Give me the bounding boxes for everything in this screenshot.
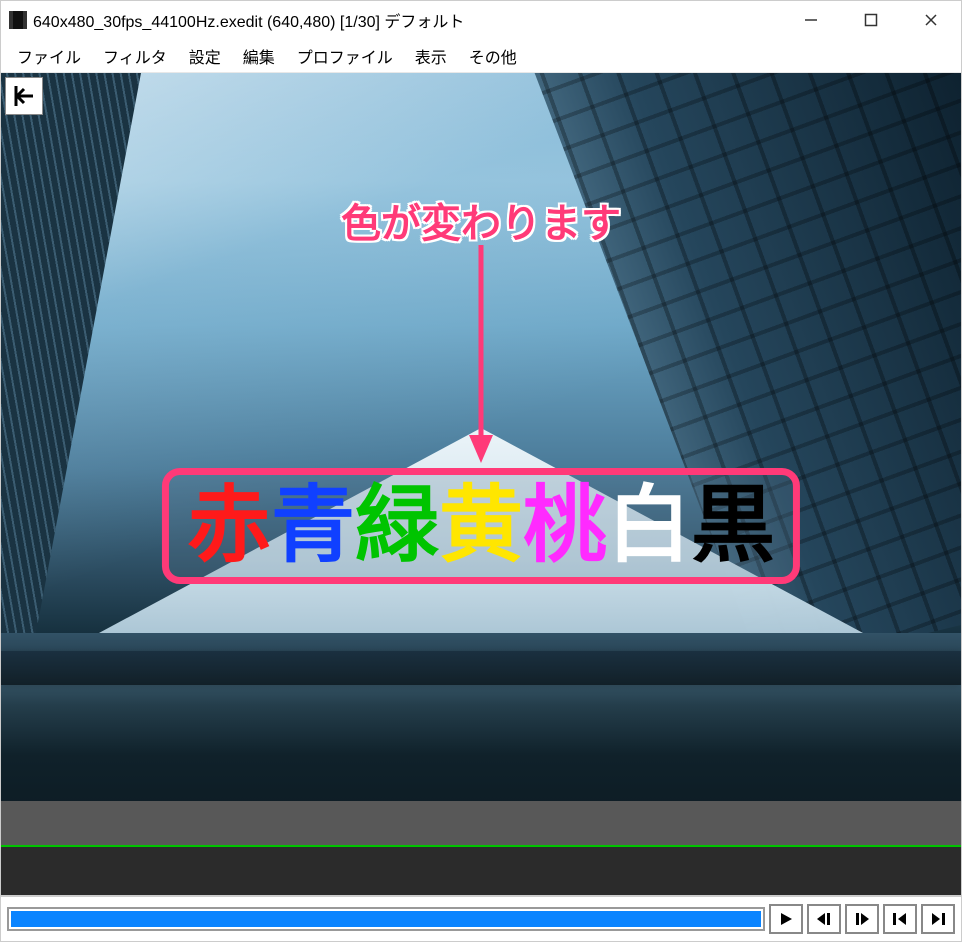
- char-yellow: 黄: [439, 485, 523, 569]
- app-window: 640x480_30fps_44100Hz.exedit (640,480) […: [0, 0, 962, 942]
- step-back-button[interactable]: [807, 904, 841, 934]
- play-button[interactable]: [769, 904, 803, 934]
- char-blue: 青: [271, 485, 355, 569]
- seek-bar[interactable]: [7, 907, 765, 931]
- menu-filter[interactable]: フィルタ: [93, 40, 177, 72]
- color-text-box: 赤 青 緑 黄 桃 白 黒: [162, 468, 800, 584]
- menu-settings[interactable]: 設定: [179, 40, 231, 72]
- window-controls: [781, 1, 961, 39]
- goto-start-button[interactable]: [5, 77, 43, 115]
- menu-view[interactable]: 表示: [405, 40, 457, 72]
- menubar: ファイル フィルタ 設定 編集 プロファイル 表示 その他: [1, 39, 961, 73]
- goto-first-button[interactable]: [883, 904, 917, 934]
- window-title: 640x480_30fps_44100Hz.exedit (640,480) […: [33, 8, 464, 32]
- menu-other[interactable]: その他: [459, 40, 527, 72]
- menu-profile[interactable]: プロファイル: [287, 40, 403, 72]
- floor-band: [1, 633, 961, 801]
- goto-last-button[interactable]: [921, 904, 955, 934]
- timeline-bar-bottom: [1, 847, 961, 895]
- char-white: 白: [607, 485, 691, 569]
- timeline-bar-top: [1, 801, 961, 845]
- minimize-button[interactable]: [781, 1, 841, 39]
- char-pink: 桃: [523, 485, 607, 569]
- char-red: 赤: [187, 485, 271, 569]
- menu-file[interactable]: ファイル: [7, 40, 91, 72]
- seek-fill: [11, 911, 761, 927]
- preview-area: 色が変わります 赤 青 緑 黄 桃 白 黒: [1, 73, 961, 801]
- menu-edit[interactable]: 編集: [233, 40, 285, 72]
- bottom-panel: [1, 801, 961, 941]
- maximize-button[interactable]: [841, 1, 901, 39]
- transport-controls: [1, 895, 961, 941]
- char-black: 黒: [691, 485, 775, 569]
- annotation-label: 色が変わります: [341, 191, 621, 249]
- titlebar: 640x480_30fps_44100Hz.exedit (640,480) […: [1, 1, 961, 39]
- step-forward-button[interactable]: [845, 904, 879, 934]
- char-green: 緑: [355, 485, 439, 569]
- close-button[interactable]: [901, 1, 961, 39]
- app-icon: [9, 11, 27, 29]
